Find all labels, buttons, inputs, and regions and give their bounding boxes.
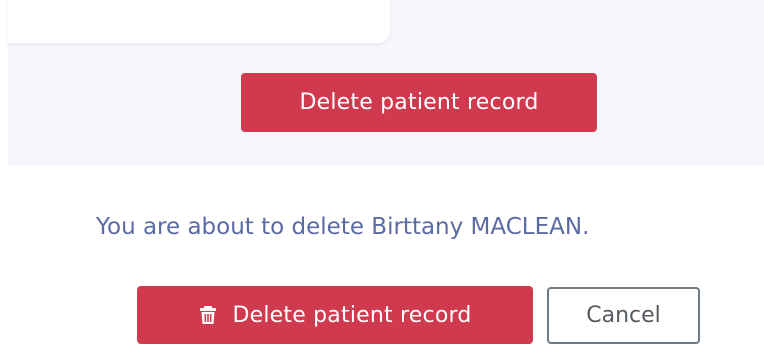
delete-patient-record-button[interactable]: Delete patient record	[241, 73, 597, 132]
cancel-button[interactable]: Cancel	[547, 287, 700, 344]
confirm-delete-button[interactable]: Delete patient record	[137, 286, 533, 344]
content-card	[8, 0, 390, 43]
confirm-delete-label: Delete patient record	[232, 302, 472, 328]
delete-confirmation-message: You are about to delete Birttany MACLEAN…	[96, 214, 590, 240]
trash-icon	[198, 305, 218, 325]
cancel-label: Cancel	[586, 303, 661, 328]
delete-button-label: Delete patient record	[299, 90, 539, 115]
